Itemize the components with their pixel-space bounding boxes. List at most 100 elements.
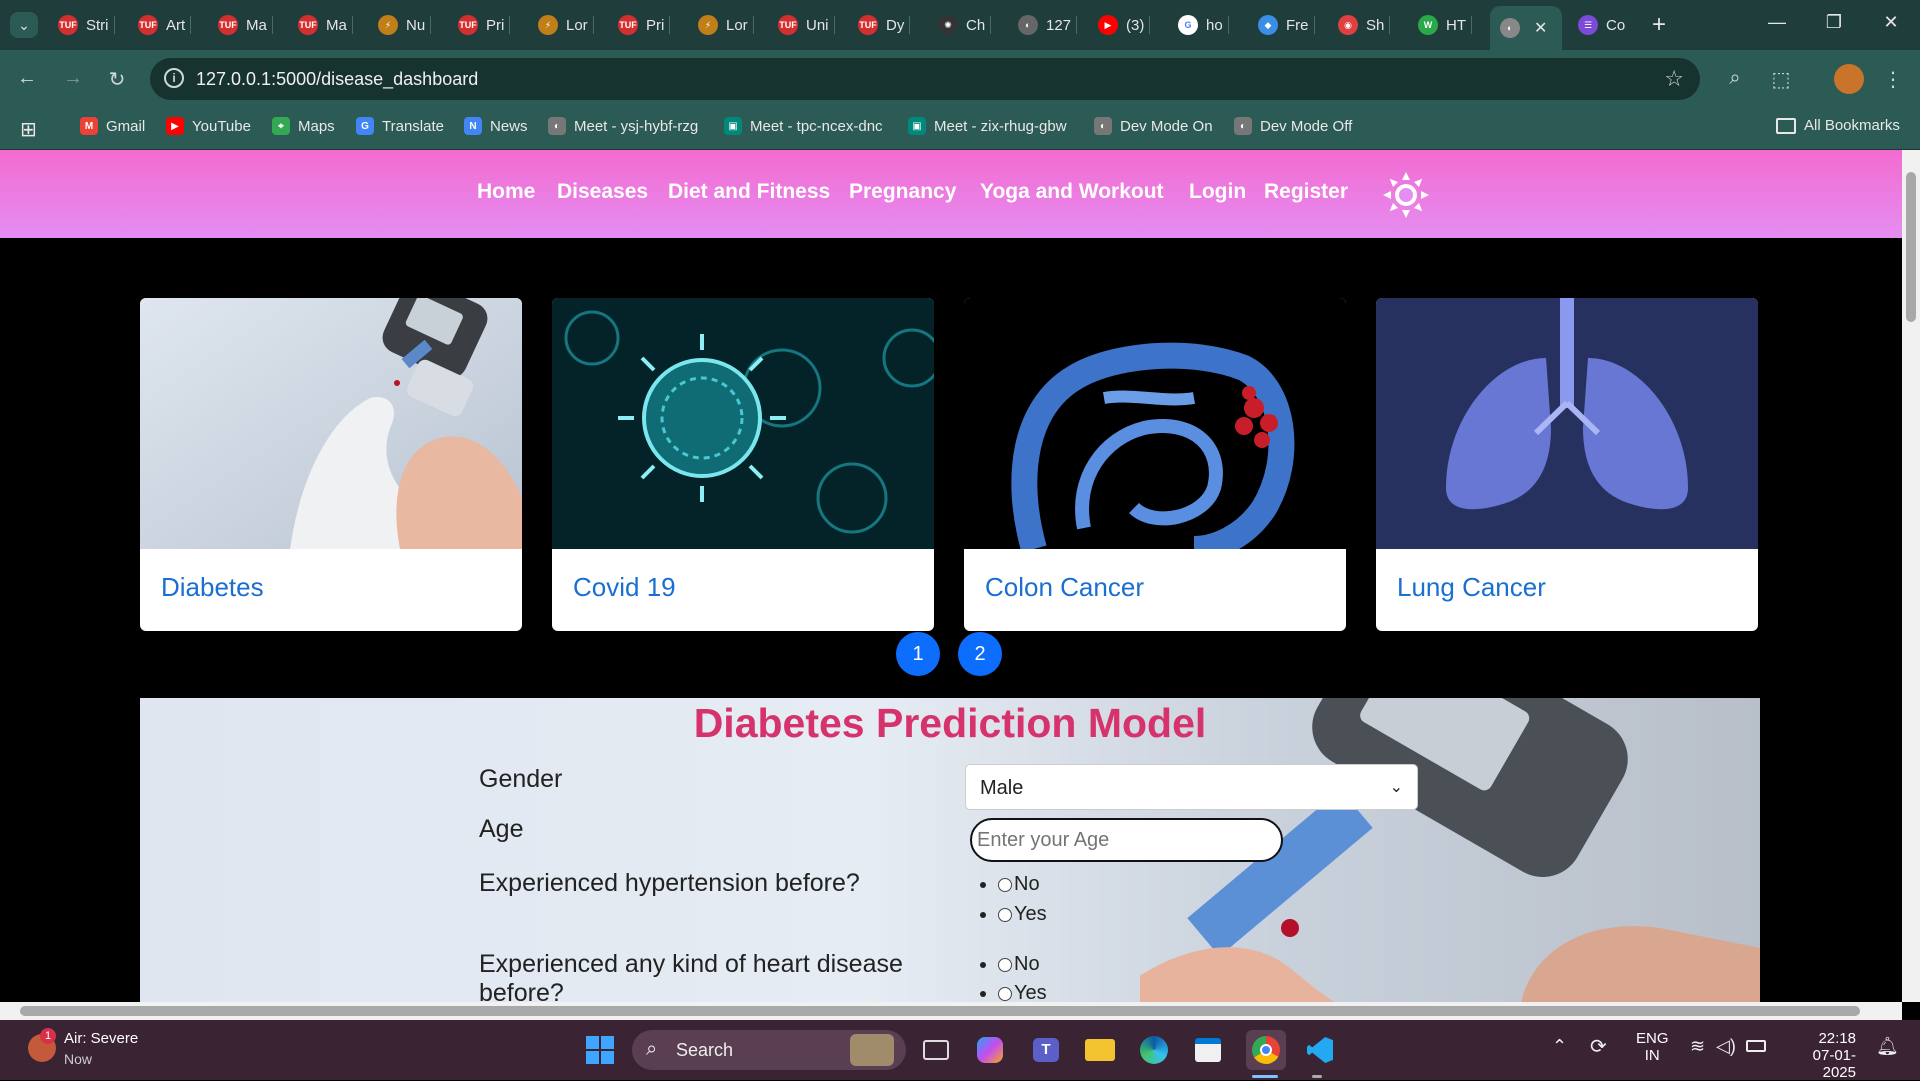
tab-16[interactable]: ◉ Sh — [1338, 10, 1391, 40]
extensions-icon[interactable]: ⬚ — [1768, 67, 1794, 92]
tab-6[interactable]: ⚡ Lor — [538, 10, 594, 40]
card-title[interactable]: Diabetes — [161, 572, 264, 603]
bookmark-5[interactable]: ◐ Meet - ysj-hybf-rzg — [548, 117, 698, 135]
apps-grid-icon[interactable]: ⊞ — [20, 117, 37, 142]
tab-5[interactable]: TUF Pri — [458, 10, 511, 40]
address-bar[interactable]: i 127.0.0.1:5000/disease_dashboard ☆ — [150, 58, 1700, 100]
tab-14[interactable]: Gho — [1178, 10, 1229, 40]
bookmark-6[interactable]: ▣ Meet - tpc-ncex-dnc — [724, 117, 883, 135]
chevron-up-icon[interactable]: ⌃ — [1552, 1036, 1567, 1057]
site-info-icon[interactable]: i — [164, 68, 184, 88]
language-indicator[interactable]: ENG IN — [1636, 1030, 1669, 1064]
card-lung-cancer[interactable]: Lung Cancer — [1376, 298, 1758, 631]
nav-link-pregnancy[interactable]: Pregnancy — [849, 180, 956, 204]
wifi-icon[interactable]: ≋ — [1690, 1036, 1705, 1057]
copilot-icon[interactable] — [970, 1030, 1010, 1070]
reload-icon[interactable]: ↻ — [104, 67, 130, 92]
volume-icon[interactable]: ◁) — [1716, 1036, 1736, 1057]
heart-yes-option[interactable]: Yes — [980, 982, 1047, 1002]
zoom-lens-icon[interactable]: ⌕ — [1722, 67, 1748, 90]
tab-active[interactable]: ◐ ✕ — [1490, 6, 1562, 50]
card-diabetes[interactable]: Diabetes — [140, 298, 522, 631]
new-tab-button[interactable]: + — [1652, 10, 1666, 40]
all-bookmarks[interactable]: All Bookmarks — [1776, 117, 1900, 134]
card-title[interactable]: Colon Cancer — [985, 572, 1144, 603]
nav-link-diseases[interactable]: Diseases — [557, 180, 648, 204]
battery-icon[interactable] — [1746, 1040, 1766, 1052]
age-input[interactable] — [970, 818, 1283, 862]
tab-4[interactable]: ⚡ Nu — [378, 10, 432, 40]
sun-icon[interactable] — [1381, 170, 1431, 220]
nav-link-home[interactable]: Home — [477, 180, 535, 204]
bookmark-1[interactable]: ▶ YouTube — [166, 117, 251, 135]
forward-icon[interactable]: → — [60, 67, 86, 90]
scroll-thumb[interactable] — [20, 1006, 1860, 1016]
tab-11[interactable]: ✺ Ch — [938, 10, 992, 40]
menu-kebab-icon[interactable]: ⋮ — [1880, 67, 1906, 92]
store-icon[interactable] — [1188, 1030, 1228, 1070]
tab-15[interactable]: ◆ Fre — [1258, 10, 1315, 40]
nav-link-login[interactable]: Login — [1189, 180, 1246, 204]
page-button-1[interactable]: 1 — [896, 632, 940, 676]
tab-10[interactable]: TUF Dy — [858, 10, 911, 40]
weather-title[interactable]: Air: Severe — [64, 1030, 138, 1047]
vscode-icon[interactable] — [1300, 1030, 1340, 1070]
radio-hypertension-no[interactable] — [998, 877, 1012, 892]
tab-17[interactable]: W HT — [1418, 10, 1472, 40]
minimize-icon[interactable]: — — [1762, 12, 1792, 33]
card-title[interactable]: Lung Cancer — [1397, 572, 1546, 603]
tab-search-button[interactable]: ⌄ — [10, 12, 38, 38]
horizontal-scrollbar[interactable] — [0, 1002, 1902, 1020]
tab-12[interactable]: ◐ 127 — [1018, 10, 1078, 40]
hypertension-yes-option[interactable]: Yes — [980, 903, 1047, 926]
vertical-scrollbar[interactable] — [1902, 150, 1920, 1002]
bookmark-4[interactable]: N News — [464, 117, 528, 135]
tab-2[interactable]: TUF Ma — [218, 10, 273, 40]
gender-select[interactable]: Male ⌄ — [965, 764, 1418, 810]
restore-icon[interactable]: ❐ — [1819, 12, 1849, 33]
clock[interactable]: 22:18 07-01-2025 — [1786, 1030, 1856, 1081]
tab-13[interactable]: ▶ (3) — [1098, 10, 1151, 40]
windows-start-icon[interactable] — [580, 1030, 620, 1070]
taskbar-search[interactable]: ⌕ Search — [632, 1030, 906, 1070]
back-icon[interactable]: ← — [14, 67, 40, 90]
close-tab-icon[interactable]: ✕ — [1534, 18, 1547, 38]
chrome-icon[interactable] — [1246, 1030, 1286, 1070]
teams-icon[interactable]: T — [1026, 1030, 1066, 1070]
bookmark-3[interactable]: G Translate — [356, 117, 444, 135]
notification-bell-icon[interactable]: 🔔︎ — [1876, 1036, 1899, 1057]
tab-8[interactable]: ⚡ Lor — [698, 10, 754, 40]
card-title[interactable]: Covid 19 — [573, 572, 676, 603]
nav-link-yoga-and-workout[interactable]: Yoga and Workout — [980, 180, 1164, 204]
bookmark-star-icon[interactable]: ☆ — [1664, 66, 1684, 92]
file-explorer-icon[interactable] — [1080, 1030, 1120, 1070]
tab-0[interactable]: TUF Stri — [58, 10, 115, 40]
bookmark-7[interactable]: ▣ Meet - zix-rhug-gbw — [908, 117, 1067, 135]
bookmark-9[interactable]: ◐ Dev Mode Off — [1234, 117, 1352, 135]
close-window-icon[interactable]: ✕ — [1876, 12, 1906, 33]
nav-link-diet-and-fitness[interactable]: Diet and Fitness — [668, 180, 830, 204]
edge-icon[interactable] — [1134, 1030, 1174, 1070]
page-button-2[interactable]: 2 — [958, 632, 1002, 676]
tab-1[interactable]: TUF Art — [138, 10, 192, 40]
card-covid[interactable]: Covid 19 — [552, 298, 934, 631]
sync-icon[interactable]: ⟳ — [1590, 1034, 1607, 1059]
heart-no-option[interactable]: No — [980, 953, 1040, 976]
tab-9[interactable]: TUF Uni — [778, 10, 835, 40]
bookmark-8[interactable]: ◐ Dev Mode On — [1094, 117, 1213, 135]
tab-7[interactable]: TUF Pri — [618, 10, 671, 40]
hypertension-no-option[interactable]: No — [980, 873, 1040, 896]
nav-link-register[interactable]: Register — [1264, 180, 1348, 204]
bookmark-0[interactable]: M Gmail — [80, 117, 145, 135]
radio-hypertension-yes[interactable] — [998, 907, 1012, 922]
bookmark-2[interactable]: ⌖ Maps — [272, 117, 335, 135]
radio-heart-no[interactable] — [998, 957, 1012, 972]
tab-last[interactable]: ☰ Co — [1578, 10, 1638, 40]
radio-heart-yes[interactable] — [998, 986, 1012, 1001]
profile-avatar[interactable] — [1834, 64, 1864, 94]
task-view-icon[interactable] — [916, 1030, 956, 1070]
url-text[interactable]: 127.0.0.1:5000/disease_dashboard — [196, 69, 478, 90]
tab-3[interactable]: TUF Ma — [298, 10, 353, 40]
card-colon-cancer[interactable]: Colon Cancer — [964, 298, 1346, 631]
scroll-thumb[interactable] — [1906, 172, 1916, 322]
